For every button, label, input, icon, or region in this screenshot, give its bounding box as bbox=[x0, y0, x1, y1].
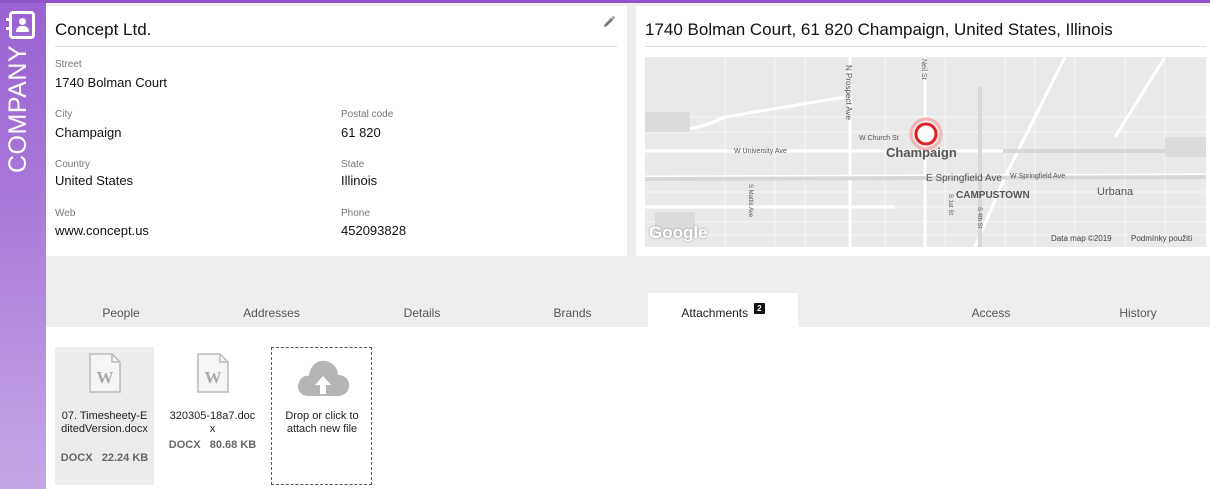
word-document-icon: W bbox=[197, 353, 229, 393]
divider bbox=[55, 46, 617, 47]
map-label-city: Urbana bbox=[1097, 186, 1134, 198]
cloud-upload-icon bbox=[298, 360, 350, 396]
tab-attachments[interactable]: Attachments 2 bbox=[648, 293, 798, 327]
map-label-district: CAMPUSTOWN bbox=[956, 190, 1030, 201]
map-attribution: Data map ©2019 bbox=[1051, 234, 1112, 243]
city-label: City bbox=[55, 109, 73, 120]
web-value[interactable]: www.concept.us bbox=[55, 223, 149, 238]
dropzone-text: Drop or click to attach new file bbox=[285, 410, 359, 435]
street-label: Street bbox=[55, 59, 82, 70]
entity-rail: COMPANY bbox=[0, 3, 46, 489]
country-label: Country bbox=[55, 159, 91, 170]
state-value: Illinois bbox=[341, 173, 378, 188]
map-label-street: S 4th St bbox=[976, 207, 982, 229]
entity-type-label: COMPANY bbox=[4, 44, 32, 173]
divider bbox=[645, 46, 1206, 47]
pencil-icon[interactable] bbox=[602, 15, 616, 29]
map-terms-link[interactable]: Podmínky použití bbox=[1131, 234, 1192, 243]
google-logo: Google bbox=[649, 223, 708, 242]
city-value: Champaign bbox=[55, 125, 122, 140]
tab-addresses[interactable]: Addresses bbox=[196, 293, 347, 327]
tab-access[interactable]: Access bbox=[916, 293, 1066, 327]
tab-empty[interactable] bbox=[798, 293, 916, 327]
company-name: Concept Ltd. bbox=[55, 20, 152, 39]
attachment-name: 320305-18a7.docx bbox=[169, 410, 256, 435]
attachment-item[interactable]: W 07. Timesheety-EditedVersion.docx DOCX… bbox=[55, 347, 154, 485]
attachment-item[interactable]: W 320305-18a7.docx DOCX 80.68 KB bbox=[163, 347, 262, 485]
tab-people[interactable]: People bbox=[46, 293, 196, 327]
map-label-street: N Prospect Ave bbox=[844, 65, 853, 120]
attachments-panel: W 07. Timesheety-EditedVersion.docx DOCX… bbox=[46, 327, 1210, 489]
map-label-street: E Springfield Ave bbox=[926, 173, 1002, 184]
map-view[interactable]: N Prospect Ave Neil St W Church St W Uni… bbox=[645, 57, 1206, 247]
tab-bar: People Addresses Details Brands Attachme… bbox=[46, 293, 1210, 327]
svg-text:W: W bbox=[205, 368, 222, 387]
map-label-street: S Mattis Ave bbox=[747, 184, 753, 218]
postal-code-label: Postal code bbox=[341, 109, 394, 120]
company-page: COMPANY Concept Ltd. Street 1740 Bolman … bbox=[0, 0, 1210, 489]
word-document-icon: W bbox=[89, 353, 121, 393]
attachment-meta: DOCX 80.68 KB bbox=[168, 439, 257, 451]
map-card: 1740 Bolman Court, 61 820 Champaign, Uni… bbox=[636, 6, 1210, 256]
count-badge: 2 bbox=[754, 303, 765, 314]
phone-value[interactable]: 452093828 bbox=[341, 223, 406, 238]
tab-brands[interactable]: Brands bbox=[497, 293, 648, 327]
state-label: State bbox=[341, 159, 365, 170]
attachment-meta: DOCX 22.24 KB bbox=[60, 452, 149, 464]
map-label-street: S 1st St bbox=[947, 194, 953, 216]
address-title: 1740 Bolman Court, 61 820 Champaign, Uni… bbox=[645, 20, 1113, 39]
map-label-street: W Springfield Ave bbox=[1010, 173, 1066, 180]
street-value: 1740 Bolman Court bbox=[55, 75, 168, 90]
company-info-card: Concept Ltd. Street 1740 Bolman Court Ci… bbox=[46, 6, 627, 256]
map-label-street: W Church St bbox=[859, 135, 899, 142]
country-value: United States bbox=[55, 173, 134, 188]
upload-dropzone[interactable]: Drop or click to attach new file bbox=[271, 347, 372, 485]
map-label-street: Neil St bbox=[920, 59, 927, 80]
map-label-street: W University Ave bbox=[734, 148, 787, 155]
svg-text:W: W bbox=[97, 368, 114, 387]
map-label-city: Champaign bbox=[886, 145, 957, 160]
tab-history[interactable]: History bbox=[1066, 293, 1210, 327]
web-label: Web bbox=[55, 208, 76, 219]
tab-details[interactable]: Details bbox=[347, 293, 497, 327]
postal-code-value: 61 820 bbox=[341, 125, 381, 140]
phone-label: Phone bbox=[341, 208, 370, 219]
attachment-name: 07. Timesheety-EditedVersion.docx bbox=[61, 410, 148, 435]
